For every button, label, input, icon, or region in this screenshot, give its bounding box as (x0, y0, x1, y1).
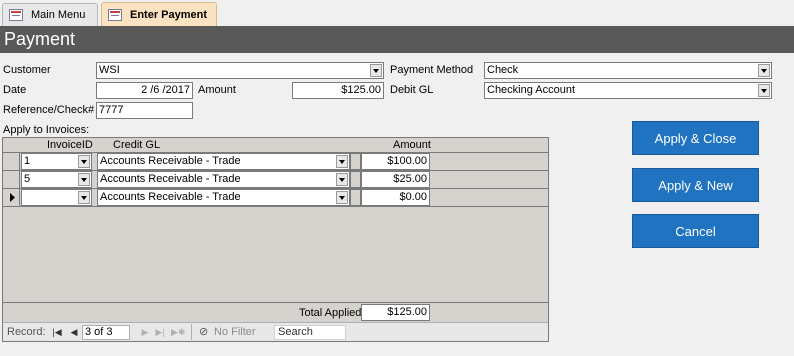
record-navigation: Record: |◀ ◀ 3 of 3 ▶ ▶| ▶✱ ⊘ No Filter … (3, 322, 548, 341)
apply-invoices-label: Apply to Invoices: (3, 124, 90, 136)
chevron-down-icon[interactable] (336, 173, 348, 186)
invoice-combo[interactable]: 1 (21, 153, 92, 170)
tab-enter-payment[interactable]: Enter Payment (101, 2, 217, 26)
apply-new-button[interactable]: Apply & New (632, 168, 759, 202)
date-field[interactable]: 2 /6 /2017 (96, 82, 193, 99)
invoice-combo[interactable] (21, 189, 92, 206)
payment-method-value: Check (487, 64, 519, 76)
tab-label: Enter Payment (130, 8, 208, 21)
reference-field[interactable]: 7777 (96, 102, 193, 119)
chevron-down-icon[interactable] (78, 173, 90, 186)
customer-combo[interactable]: WSI (96, 62, 384, 79)
reference-label: Reference/Check# (3, 104, 95, 116)
cancel-button[interactable]: Cancel (632, 214, 759, 248)
chevron-down-icon[interactable] (78, 191, 90, 204)
current-record-icon (10, 193, 15, 202)
previous-record-icon[interactable]: ◀ (69, 326, 79, 338)
customer-value: WSI (99, 64, 120, 76)
amount-field[interactable]: $125.00 (292, 82, 384, 99)
credit-gl-value: Accounts Receivable - Trade (100, 155, 241, 167)
grid-header: InvoiceID Credit GL Amount (3, 138, 548, 153)
credit-gl-combo[interactable]: Accounts Receivable - Trade (97, 189, 350, 206)
form-header: Payment (0, 26, 794, 53)
record-selector[interactable] (3, 189, 20, 206)
chevron-down-icon[interactable] (758, 64, 770, 77)
chevron-down-icon[interactable] (336, 155, 348, 168)
invoice-value: 1 (24, 155, 31, 167)
invoice-value: 5 (24, 173, 31, 185)
table-row: Accounts Receivable - Trade $0.00 (3, 189, 548, 207)
debit-gl-label: Debit GL (390, 84, 434, 96)
form-icon (108, 8, 122, 21)
credit-gl-value: Accounts Receivable - Trade (100, 191, 241, 203)
debit-gl-combo[interactable]: Checking Account (484, 82, 772, 99)
total-applied-label: Total Applied (299, 307, 362, 319)
credit-gl-combo[interactable]: Accounts Receivable - Trade (97, 153, 350, 170)
no-filter-button[interactable]: No Filter (214, 326, 256, 339)
record-position-input[interactable]: 3 of 3 (82, 325, 130, 340)
tab-main-menu[interactable]: Main Menu (2, 3, 98, 26)
page-title: Payment (4, 29, 76, 49)
amount-cell[interactable]: $100.00 (361, 153, 430, 170)
cell-spacer (350, 189, 361, 206)
date-label: Date (3, 84, 27, 96)
search-input[interactable]: Search (274, 325, 346, 340)
chevron-down-icon[interactable] (370, 64, 382, 77)
form-icon (9, 9, 23, 21)
tab-strip: Main Menu Enter Payment (0, 0, 794, 26)
amount-cell[interactable]: $25.00 (361, 171, 430, 188)
credit-gl-combo[interactable]: Accounts Receivable - Trade (97, 171, 350, 188)
separator (191, 324, 192, 340)
invoice-combo[interactable]: 5 (21, 171, 92, 188)
last-record-icon[interactable]: ▶| (155, 326, 165, 338)
filter-icon: ⊘ (199, 326, 209, 338)
invoice-subform: InvoiceID Credit GL Amount 1 Accounts Re… (2, 137, 549, 342)
table-row: 5 Accounts Receivable - Trade $25.00 (3, 171, 548, 189)
amount-cell[interactable]: $0.00 (361, 189, 430, 206)
record-selector[interactable] (3, 171, 20, 188)
column-header-amount: Amount (393, 139, 431, 151)
column-header-invoice: InvoiceID (47, 139, 93, 151)
credit-gl-value: Accounts Receivable - Trade (100, 173, 241, 185)
chevron-down-icon[interactable] (336, 191, 348, 204)
tab-label: Main Menu (31, 9, 86, 21)
new-record-icon[interactable]: ▶✱ (171, 326, 185, 338)
first-record-icon[interactable]: |◀ (52, 326, 62, 338)
payment-method-combo[interactable]: Check (484, 62, 772, 79)
record-selector[interactable] (3, 153, 20, 170)
payment-method-label: Payment Method (390, 64, 474, 76)
column-header-credit-gl: Credit GL (113, 139, 161, 151)
cell-spacer (350, 171, 361, 188)
chevron-down-icon[interactable] (78, 155, 90, 168)
total-applied-field: $125.00 (361, 304, 430, 321)
grid-footer: Total Applied $125.00 (3, 302, 548, 322)
chevron-down-icon[interactable] (758, 84, 770, 97)
customer-label: Customer (3, 64, 51, 76)
amount-label: Amount (198, 84, 236, 96)
record-label: Record: (7, 326, 46, 338)
apply-close-button[interactable]: Apply & Close (632, 121, 759, 155)
debit-gl-value: Checking Account (487, 84, 576, 96)
table-row: 1 Accounts Receivable - Trade $100.00 (3, 153, 548, 171)
next-record-icon[interactable]: ▶ (140, 326, 150, 338)
cell-spacer (350, 153, 361, 170)
